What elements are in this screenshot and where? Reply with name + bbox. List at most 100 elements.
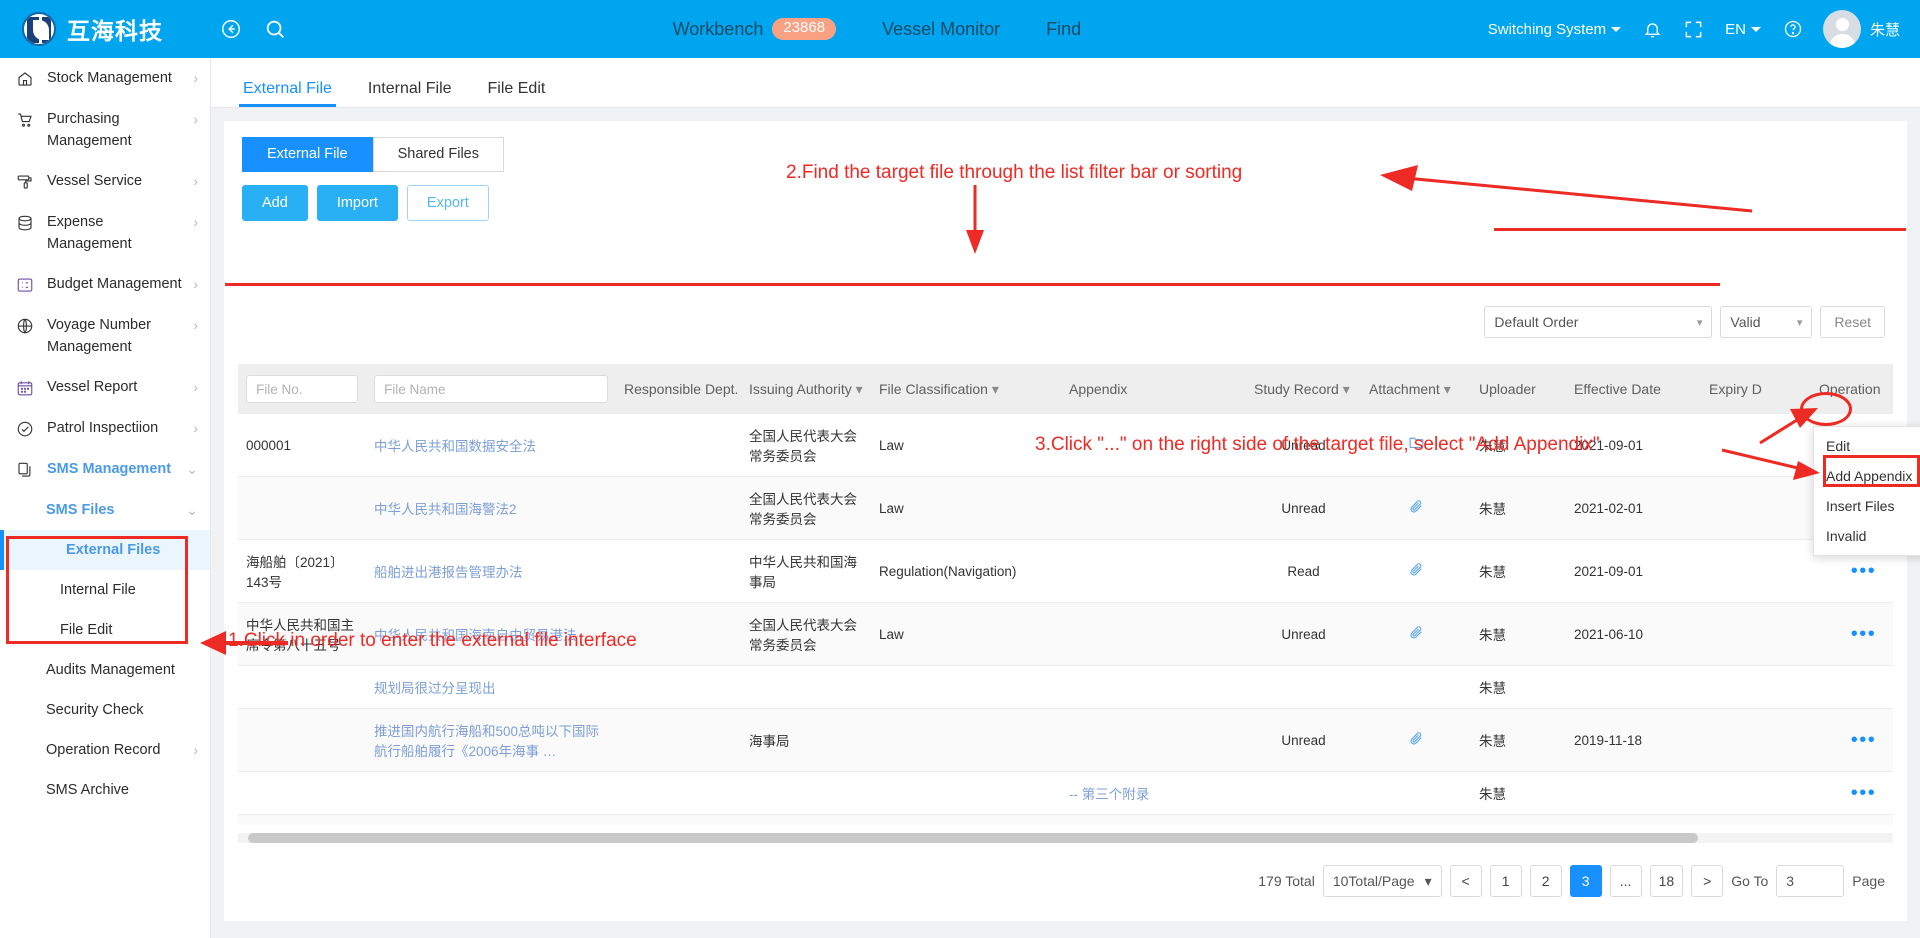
more-dots-icon[interactable]: •••: [1851, 729, 1877, 751]
cell-file-name[interactable]: 上海海事局关于调整辖区甚高频无线电话频道使用范围的通知: [366, 814, 616, 825]
th-issuing-authority[interactable]: Issuing Authority: [741, 364, 871, 414]
th-study-record[interactable]: Study Record: [1246, 364, 1361, 414]
sidebar-item-vessel-service[interactable]: Vessel Service ›: [0, 161, 210, 202]
find-link[interactable]: Find: [1046, 19, 1081, 40]
tab-internal-file[interactable]: Internal File: [350, 81, 470, 107]
paperclip-icon[interactable]: [1408, 731, 1424, 750]
sidebar-item-sms-archive[interactable]: SMS Archive: [0, 770, 210, 810]
file-name-filter-input[interactable]: File Name: [374, 375, 608, 403]
page-button-18[interactable]: 18: [1649, 865, 1684, 897]
avatar[interactable]: [1822, 10, 1861, 48]
cell-attachment[interactable]: [1361, 814, 1471, 825]
more-dots-icon[interactable]: •••: [1851, 560, 1877, 582]
file-name-link[interactable]: 中华人民共和国海警法2: [374, 502, 517, 517]
more-dots-icon[interactable]: •••: [1851, 623, 1877, 645]
paperclip-icon[interactable]: [1408, 562, 1424, 581]
page-button-3[interactable]: 3: [1569, 865, 1602, 897]
valid-select[interactable]: Valid ▾: [1720, 306, 1813, 338]
sidebar-item-vessel-report[interactable]: Vessel Report ›: [0, 367, 210, 408]
table-row[interactable]: 中华人民共和国海警法2 全国人民代表大会常务委员会 Law Unread 朱慧 2021-…: [238, 476, 1893, 540]
cell-operation: [1811, 665, 1893, 709]
help-icon[interactable]: [1783, 19, 1803, 39]
paperclip-icon[interactable]: [1408, 499, 1424, 518]
scrollbar-thumb[interactable]: [248, 833, 1698, 843]
export-button[interactable]: Export: [406, 184, 489, 221]
page-size-select[interactable]: 10Total/Page ▾: [1322, 865, 1442, 897]
sidebar-item-voyage-number-management[interactable]: Voyage Number Management ›: [0, 305, 210, 367]
tab-external-file[interactable]: External File: [225, 81, 350, 107]
sidebar-item-sms-management[interactable]: SMS Management ⌄: [0, 449, 210, 490]
cell-file-name[interactable]: 船舶进出港报告管理办法: [366, 539, 616, 603]
sidebar-item-operation-record[interactable]: Operation Record ›: [0, 730, 210, 770]
cell-attachment[interactable]: [1361, 708, 1471, 772]
vessel-monitor-link[interactable]: Vessel Monitor: [882, 19, 1000, 40]
workbench-link[interactable]: Workbench 23868: [673, 18, 837, 40]
search-icon[interactable]: [262, 16, 288, 42]
table-row[interactable]: 推进国内航行海船和500总吨以下国际航行船舶履行《2006年海事 … 海事局 Unr…: [238, 708, 1893, 772]
cell-attachment[interactable]: [1361, 476, 1471, 540]
bell-icon[interactable]: [1643, 20, 1662, 39]
next-page-button[interactable]: >: [1691, 865, 1724, 897]
sidebar-item-patrol-inspection[interactable]: Patrol Inspectiion ›: [0, 408, 210, 449]
sidebar-item-internal-file[interactable]: Internal File: [0, 570, 210, 610]
prev-page-button[interactable]: <: [1449, 865, 1482, 897]
table-row[interactable]: 规划局很过分呈现出 朱慧: [238, 665, 1893, 709]
order-select[interactable]: Default Order ▾: [1484, 306, 1713, 338]
file-name-link[interactable]: 推进国内航行海船和500总吨以下国际航行船舶履行《2006年海事 …: [374, 724, 599, 759]
switching-system-button[interactable]: Switching System: [1488, 21, 1622, 38]
sidebar-item-audits-management[interactable]: Audits Management: [0, 650, 210, 690]
goto-page-input[interactable]: 3: [1776, 865, 1845, 897]
sidebar-item-budget-management[interactable]: Budget Management ›: [0, 264, 210, 305]
context-menu-item-insert-files[interactable]: Insert Files: [1814, 491, 1920, 521]
cell-operation[interactable]: •••: [1811, 814, 1893, 825]
paperclip-icon[interactable]: [1408, 625, 1424, 644]
chevron-down-icon: ▾: [1796, 316, 1803, 329]
segment-shared-files[interactable]: Shared Files: [372, 137, 504, 172]
cell-file-name[interactable]: 推进国内航行海船和500总吨以下国际航行船舶履行《2006年海事 …: [366, 708, 616, 772]
cell-attachment[interactable]: [1361, 539, 1471, 603]
cell-file-name[interactable]: 中华人民共和国海警法2: [366, 476, 616, 540]
page-ellipsis[interactable]: ...: [1609, 865, 1642, 897]
page-button-1[interactable]: 1: [1489, 865, 1522, 897]
th-attachment[interactable]: Attachment: [1361, 364, 1471, 414]
file-name-link[interactable]: 中华人民共和国数据安全法: [374, 439, 536, 454]
page-button-2[interactable]: 2: [1529, 865, 1562, 897]
sidebar-item-expense-management[interactable]: Expense Management ›: [0, 202, 210, 264]
cell-file-name[interactable]: 规划局很过分呈现出: [366, 665, 616, 709]
table-row[interactable]: WB001上海海事局关于调整辖区甚高频无线电话频道使用范围的通知体系办上海海事局…: [238, 814, 1893, 825]
sidebar-item-external-files[interactable]: External Files: [0, 530, 210, 570]
context-menu-item-invalid[interactable]: Invalid: [1814, 521, 1920, 551]
sidebar-item-file-edit[interactable]: File Edit: [0, 610, 210, 650]
file-name-link[interactable]: 规划局很过分呈现出: [374, 681, 496, 696]
sidebar-item-purchasing-management[interactable]: Purchasing Management ›: [0, 99, 210, 161]
cell-file-name[interactable]: 中华人民共和国数据安全法: [366, 414, 616, 477]
horizontal-scrollbar[interactable]: [238, 833, 1893, 843]
import-button[interactable]: Import: [316, 184, 398, 221]
cell-file-no: 海船舶〔2021〕143号: [238, 539, 366, 603]
cell-attachment[interactable]: [1361, 602, 1471, 666]
language-switcher[interactable]: EN: [1725, 21, 1761, 38]
context-menu-item-edit[interactable]: Edit: [1814, 431, 1920, 461]
table-row[interactable]: 海船舶〔2021〕143号 船舶进出港报告管理办法 中华人民共和国海事局 Regula…: [238, 539, 1893, 603]
chevron-right-icon: ›: [193, 214, 198, 230]
sidebar-item-stock-management[interactable]: Stock Management ›: [0, 58, 210, 99]
back-arrow-icon[interactable]: [218, 16, 244, 42]
appendix-link[interactable]: -- 第三个附录: [1069, 787, 1149, 802]
add-button[interactable]: Add: [242, 184, 308, 221]
sidebar-item-security-check[interactable]: Security Check: [0, 690, 210, 730]
cell-operation[interactable]: •••: [1811, 771, 1893, 815]
tab-file-edit[interactable]: File Edit: [470, 81, 564, 107]
file-name-link[interactable]: 船舶进出港报告管理办法: [374, 565, 523, 580]
segment-external-file[interactable]: External File: [242, 137, 373, 172]
fullscreen-icon[interactable]: [1684, 20, 1703, 39]
table-row[interactable]: -- 第三个附录 朱慧 •••: [238, 771, 1893, 815]
file-no-filter-input[interactable]: File No.: [246, 375, 358, 403]
cell-operation[interactable]: •••: [1811, 708, 1893, 772]
more-dots-icon[interactable]: •••: [1851, 782, 1877, 804]
sidebar-item-sms-files[interactable]: SMS Files ⌄: [0, 490, 210, 530]
context-menu-item-add-appendix[interactable]: Add Appendix: [1814, 461, 1920, 491]
reset-button[interactable]: Reset: [1820, 306, 1885, 338]
th-file-classification[interactable]: File Classification: [871, 364, 1061, 414]
cell-operation[interactable]: •••: [1811, 602, 1893, 666]
cell-appendix[interactable]: -- 第三个附录: [1061, 771, 1246, 815]
